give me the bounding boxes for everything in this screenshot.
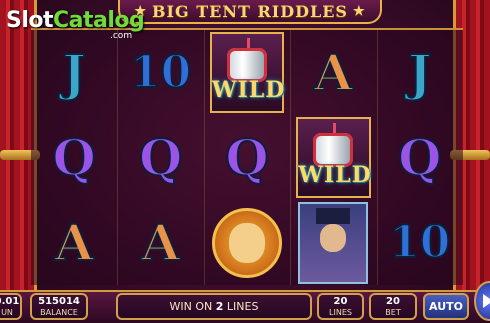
win-message-panel: WIN ON 2 LINES xyxy=(116,293,312,320)
card-symbol-j: J xyxy=(407,42,433,102)
auto-spin-button[interactable]: AUTO xyxy=(423,293,469,320)
reel-divider xyxy=(117,30,119,285)
game-title-banner: ★ BIG TENT RIDDLES ★ xyxy=(118,0,382,24)
reel-divider xyxy=(203,30,205,285)
wild-symbol: WILD xyxy=(209,32,286,113)
lion-symbol xyxy=(204,200,290,285)
bet-selector[interactable]: 20 BET xyxy=(369,293,417,320)
card-symbol-q: Q xyxy=(397,127,443,187)
lines-selector[interactable]: 20 LINES xyxy=(317,293,364,320)
coin-value-panel[interactable]: 0.01 UN xyxy=(0,293,22,320)
wild-label: WILD xyxy=(298,162,372,188)
wild-symbol: WILD xyxy=(296,117,372,198)
card-symbol-10: 10 xyxy=(129,46,192,98)
wild-label: WILD xyxy=(211,77,286,103)
reel-divider xyxy=(376,30,378,285)
win-message: WIN ON 2 LINES xyxy=(169,300,259,313)
card-symbol-10: 10 xyxy=(388,216,451,268)
game-title: BIG TENT RIDDLES xyxy=(152,1,348,21)
card-symbol-j: J xyxy=(61,42,87,102)
reel-divider xyxy=(290,30,292,285)
game-stage: J 10 WILD A J Q Q Q WILD Q A A 10 ★ BIG TENT RIDDLES… xyxy=(0,0,490,323)
star-icon: ★ xyxy=(352,3,366,19)
magician-icon xyxy=(298,201,369,284)
card-symbol-q: Q xyxy=(224,127,270,187)
card-symbol-a: A xyxy=(140,212,181,272)
balance-panel: 515014 BALANCE xyxy=(30,293,88,320)
watermark-logo-suffix: .com xyxy=(110,31,133,41)
lion-icon xyxy=(211,207,282,278)
play-icon xyxy=(483,294,490,308)
reel-grid: J 10 WILD A J Q Q Q WILD Q A A 10 xyxy=(31,28,463,285)
magician-symbol xyxy=(290,200,376,285)
card-symbol-a: A xyxy=(313,42,354,102)
watermark-logo: SlotCatalog xyxy=(6,8,145,33)
card-symbol-q: Q xyxy=(51,127,97,187)
card-symbol-q: Q xyxy=(138,127,184,187)
card-symbol-a: A xyxy=(54,212,95,272)
